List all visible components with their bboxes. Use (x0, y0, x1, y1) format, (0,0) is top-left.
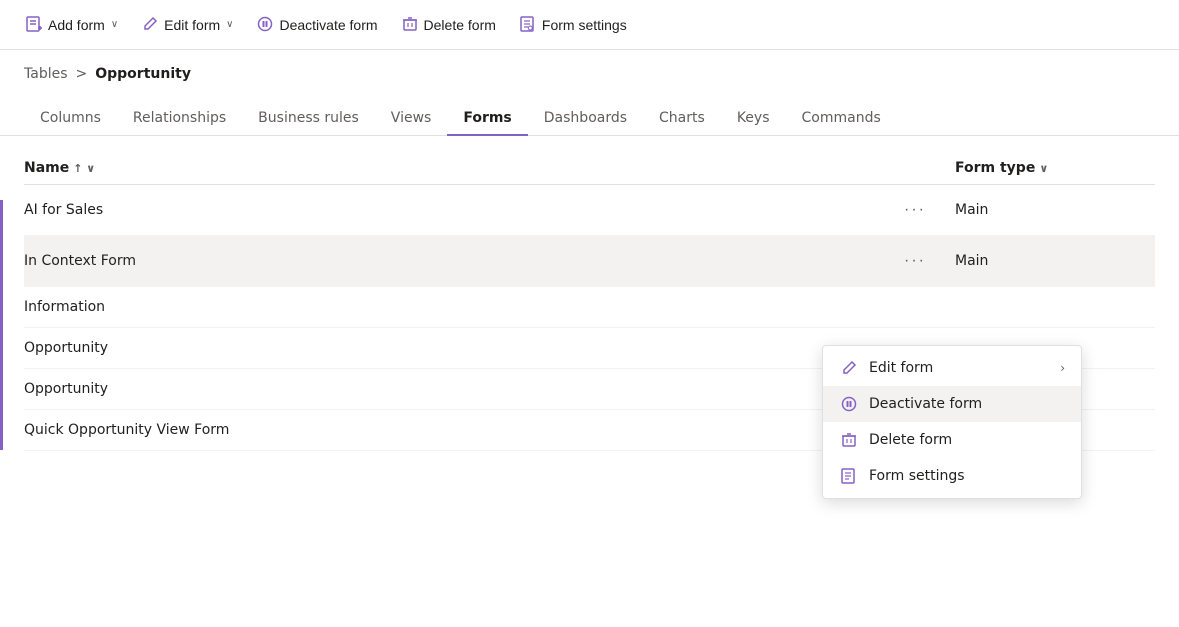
context-menu: Edit form › Deactivate form Delete form (822, 345, 1082, 499)
sort-icon[interactable]: ↑ ∨ (73, 162, 95, 175)
row-formtype: Main (955, 202, 1155, 218)
breadcrumb-parent[interactable]: Tables (24, 66, 68, 82)
table-row[interactable]: In Context Form ··· Main (24, 236, 1155, 287)
tab-charts[interactable]: Charts (643, 102, 721, 136)
settings-menu-icon (839, 468, 859, 484)
form-settings-menu-label: Form settings (869, 468, 1065, 484)
edit-form-chevron: ∨ (226, 19, 233, 30)
edit-form-submenu-arrow: › (1060, 361, 1065, 375)
delete-icon (402, 16, 418, 34)
delete-form-button[interactable]: Delete form (392, 10, 506, 40)
col-name-header[interactable]: Name ↑ ∨ (24, 160, 875, 176)
context-menu-deactivate-form[interactable]: Deactivate form (823, 386, 1081, 422)
row-name: Opportunity (24, 381, 875, 397)
breadcrumb-separator: > (76, 66, 88, 82)
row-name: In Context Form (24, 253, 875, 269)
tab-forms[interactable]: Forms (447, 102, 527, 136)
breadcrumb-area: Tables > Opportunity (0, 50, 1179, 82)
edit-form-label: Edit form (164, 17, 220, 33)
pause-icon (257, 16, 273, 34)
tab-relationships[interactable]: Relationships (117, 102, 242, 136)
breadcrumb-current: Opportunity (95, 66, 191, 82)
form-settings-button[interactable]: Form settings (510, 10, 637, 40)
row-formtype: Main (955, 253, 1155, 269)
breadcrumb: Tables > Opportunity (24, 66, 1155, 82)
edit-icon (142, 16, 158, 34)
table-row[interactable]: AI for Sales ··· Main (24, 185, 1155, 236)
row-name: Opportunity (24, 340, 875, 356)
row-context-menu-button[interactable]: ··· (896, 248, 934, 274)
delete-form-menu-label: Delete form (869, 432, 1065, 448)
tab-dashboards[interactable]: Dashboards (528, 102, 643, 136)
col-formtype-header[interactable]: Form type ∨ (955, 160, 1155, 176)
tab-views[interactable]: Views (375, 102, 448, 136)
add-form-button[interactable]: Add form ∨ (16, 10, 128, 40)
deactivate-form-label: Deactivate form (279, 17, 377, 33)
context-menu-form-settings[interactable]: Form settings (823, 458, 1081, 494)
row-name: Information (24, 299, 875, 315)
delete-menu-icon (839, 432, 859, 448)
left-accent-bar (0, 200, 3, 450)
row-name: AI for Sales (24, 202, 875, 218)
toolbar: Add form ∨ Edit form ∨ Deactivate form (0, 0, 1179, 50)
table-row[interactable]: Information (24, 287, 1155, 328)
deactivate-form-menu-label: Deactivate form (869, 396, 1065, 412)
form-settings-label: Form settings (542, 17, 627, 33)
add-form-label: Add form (48, 17, 105, 33)
deactivate-form-button[interactable]: Deactivate form (247, 10, 387, 40)
tab-business-rules[interactable]: Business rules (242, 102, 375, 136)
edit-form-button[interactable]: Edit form ∨ (132, 10, 243, 40)
table-header: Name ↑ ∨ Form type ∨ (24, 152, 1155, 185)
nav-tabs: Columns Relationships Business rules Vie… (0, 90, 1179, 136)
edit-form-menu-label: Edit form (869, 360, 1050, 376)
settings-icon (520, 16, 536, 34)
formtype-chevron[interactable]: ∨ (1039, 162, 1048, 175)
pause-menu-icon (839, 396, 859, 412)
edit-menu-icon (839, 360, 859, 376)
row-actions: ··· (875, 248, 955, 274)
context-menu-edit-form[interactable]: Edit form › (823, 350, 1081, 386)
tab-keys[interactable]: Keys (721, 102, 786, 136)
row-context-menu-button[interactable]: ··· (896, 197, 934, 223)
add-form-chevron: ∨ (111, 19, 118, 30)
row-actions: ··· (875, 197, 955, 223)
add-form-icon (26, 16, 42, 34)
name-header-label: Name (24, 160, 69, 176)
delete-form-label: Delete form (424, 17, 496, 33)
formtype-header-label: Form type (955, 160, 1035, 176)
context-menu-delete-form[interactable]: Delete form (823, 422, 1081, 458)
tab-commands[interactable]: Commands (786, 102, 897, 136)
tab-columns[interactable]: Columns (24, 102, 117, 136)
row-name: Quick Opportunity View Form (24, 422, 875, 438)
